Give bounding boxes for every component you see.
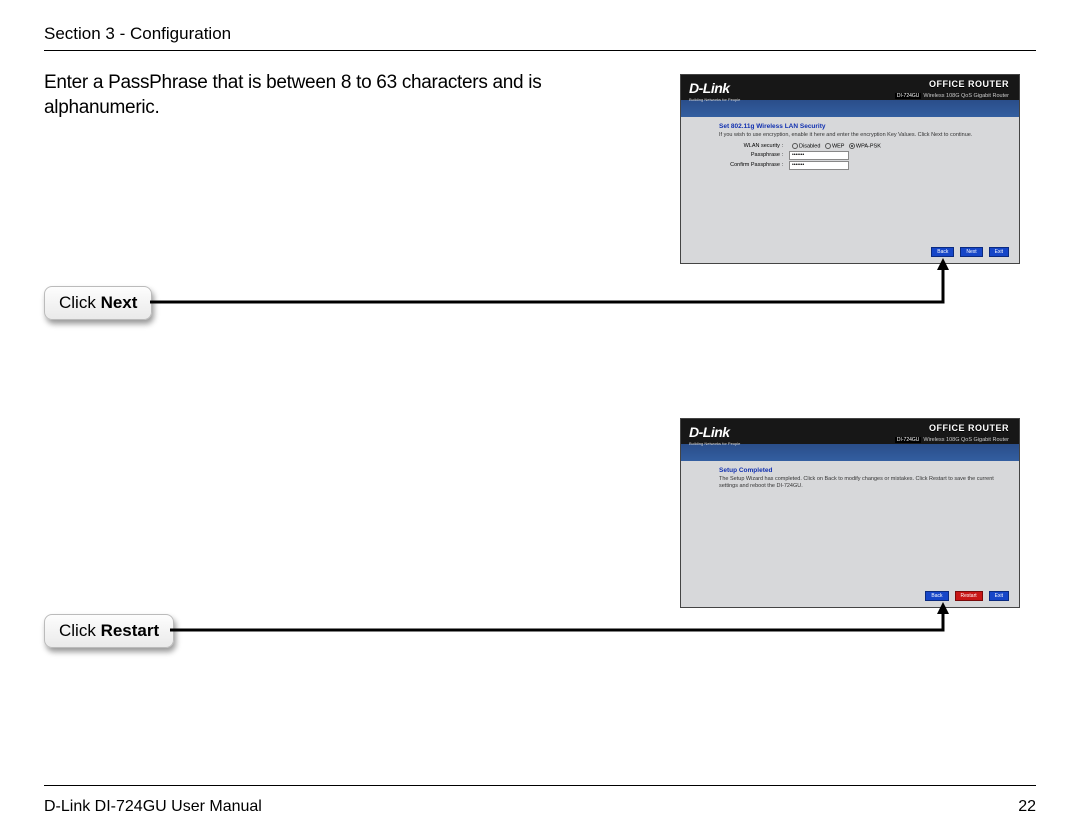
radio-wep[interactable] xyxy=(825,143,831,149)
back-button[interactable]: Back xyxy=(925,591,948,601)
confirm-passphrase-label: Confirm Passphrase : xyxy=(719,162,789,168)
footer-manual-title: D-Link DI-724GU User Manual xyxy=(44,798,262,816)
page-footer: D-Link DI-724GU User Manual 22 xyxy=(44,798,1036,816)
router-header: D-Link Building Networks for People OFFI… xyxy=(681,75,1019,117)
callout-bold: Next xyxy=(101,293,138,312)
router-screenshot-1: D-Link Building Networks for People OFFI… xyxy=(680,74,1020,264)
wlan-security-row: WLAN security : Disabled WEP WPA-PSK xyxy=(719,143,1009,149)
back-button[interactable]: Back xyxy=(931,247,954,257)
radio-disabled-label: Disabled xyxy=(799,144,820,150)
confirm-passphrase-row: Confirm Passphrase : xyxy=(719,161,1009,170)
dlink-tagline: Building Networks for People xyxy=(689,441,740,446)
setup-completed-title: Setup Completed xyxy=(719,467,1009,474)
callout-prefix: Click xyxy=(59,293,101,312)
divider-bottom xyxy=(44,785,1036,786)
wlan-security-radios: Disabled WEP WPA-PSK xyxy=(789,143,881,149)
dlink-logo: D-Link xyxy=(689,424,730,440)
model-pill: DI-724GU xyxy=(895,437,922,443)
office-router-title: OFFICE ROUTER xyxy=(929,79,1009,89)
restart-button[interactable]: Restart xyxy=(955,591,983,601)
passphrase-label: Passphrase : xyxy=(719,152,789,158)
model-pill: DI-724GU xyxy=(895,93,922,99)
model-text: Wireless 108G QoS Gigabit Router xyxy=(923,437,1009,443)
divider-top xyxy=(44,50,1036,51)
dlink-tagline: Building Networks for People xyxy=(689,97,740,102)
router-header: D-Link Building Networks for People OFFI… xyxy=(681,419,1019,461)
next-button[interactable]: Next xyxy=(960,247,982,257)
router-model-line: DI-724GUWireless 108G QoS Gigabit Router xyxy=(895,437,1009,443)
exit-button[interactable]: Exit xyxy=(989,591,1009,601)
setup-completed-text: The Setup Wizard has completed. Click on… xyxy=(719,476,1009,490)
radio-disabled[interactable] xyxy=(792,143,798,149)
model-text: Wireless 108G QoS Gigabit Router xyxy=(923,93,1009,99)
confirm-passphrase-input[interactable] xyxy=(789,161,849,170)
footer-page-number: 22 xyxy=(1018,798,1036,816)
radio-wep-label: WEP xyxy=(832,144,844,150)
passphrase-input[interactable] xyxy=(789,151,849,160)
instruction-text: Enter a PassPhrase that is between 8 to … xyxy=(44,71,564,120)
wlan-security-title: Set 802.11g Wireless LAN Security xyxy=(719,123,1009,130)
section-header: Section 3 - Configuration xyxy=(44,24,1036,44)
radio-wpa-psk-label: WPA-PSK xyxy=(856,144,881,150)
passphrase-row: Passphrase : xyxy=(719,151,1009,160)
wlan-security-text: If you wish to use encryption, enable it… xyxy=(719,132,1009,139)
wlan-security-label: WLAN security : xyxy=(719,143,789,149)
router-model-line: DI-724GUWireless 108G QoS Gigabit Router xyxy=(895,93,1009,99)
router-body: Set 802.11g Wireless LAN Security If you… xyxy=(681,117,1019,263)
radio-wpa-psk[interactable] xyxy=(849,143,855,149)
router2-buttons: Back Restart Exit xyxy=(925,591,1009,601)
callout-prefix: Click xyxy=(59,621,101,640)
router1-buttons: Back Next Exit xyxy=(931,247,1009,257)
router-screenshot-2: D-Link Building Networks for People OFFI… xyxy=(680,418,1020,608)
callout-bold: Restart xyxy=(101,621,160,640)
exit-button[interactable]: Exit xyxy=(989,247,1009,257)
office-router-title: OFFICE ROUTER xyxy=(929,423,1009,433)
callout-click-restart: Click Restart xyxy=(44,614,174,648)
router-body: Setup Completed The Setup Wizard has com… xyxy=(681,461,1019,607)
callout-click-next: Click Next xyxy=(44,286,152,320)
dlink-logo: D-Link xyxy=(689,80,730,96)
